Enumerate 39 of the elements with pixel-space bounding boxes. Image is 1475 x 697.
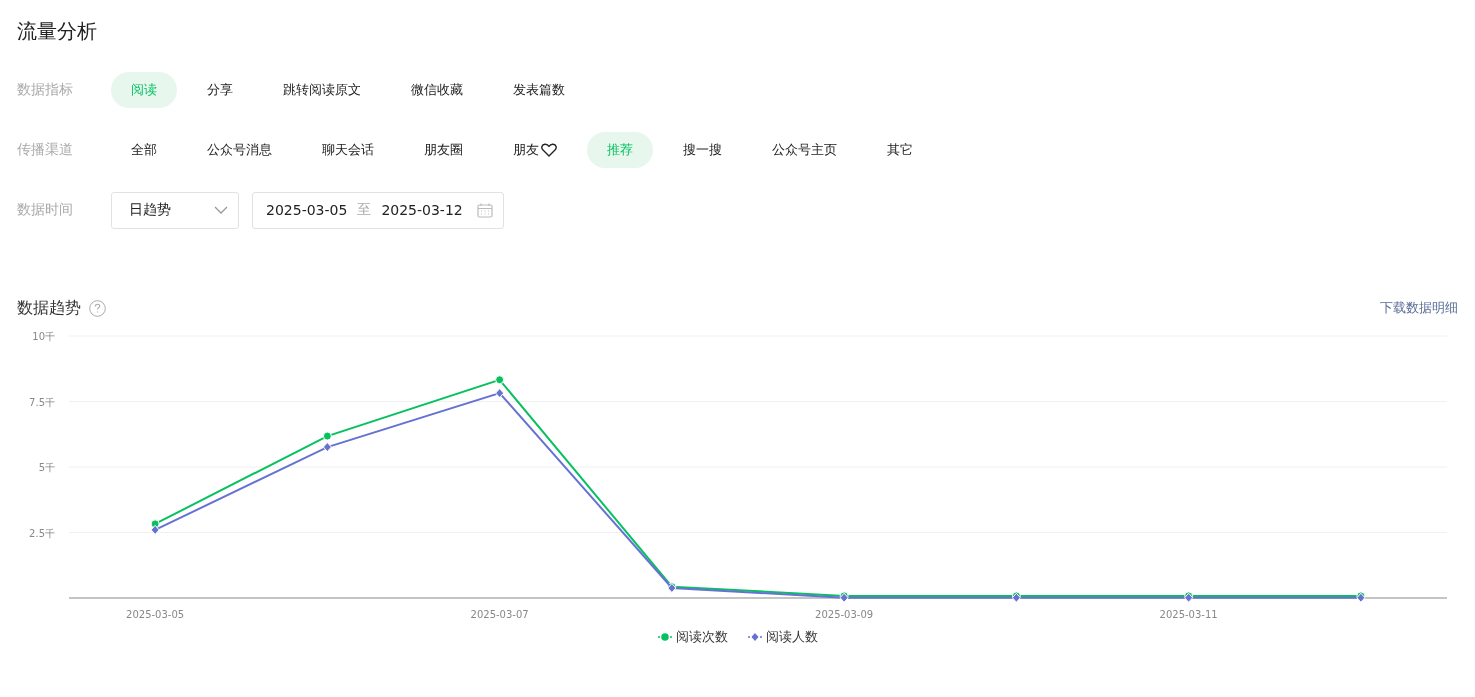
data-point (495, 375, 505, 385)
help-icon[interactable] (89, 299, 106, 317)
y-axis-label: 2.5千 (29, 527, 55, 539)
data-point (150, 524, 160, 535)
date-range-picker[interactable]: 2025-03-05 至 2025-03-12 (252, 191, 504, 229)
y-axis-label: 10千 (32, 331, 55, 342)
data-point (322, 431, 332, 441)
filter-option[interactable]: 朋友圈 (404, 132, 483, 168)
data-point (322, 442, 332, 453)
x-axis-label: 2025-03-11 (1159, 609, 1218, 620)
filter-option[interactable]: 其它 (867, 132, 933, 168)
heart-icon (541, 143, 557, 157)
chevron-down-icon (214, 206, 228, 214)
filter-option[interactable]: 公众号主页 (752, 132, 857, 168)
filter-option[interactable]: 公众号消息 (187, 132, 292, 168)
legend-label: 阅读人数 (765, 628, 818, 646)
filter-option[interactable]: 朋友 (493, 132, 577, 168)
filter-option[interactable]: 分享 (187, 72, 253, 108)
y-axis-label: 7.5千 (29, 396, 55, 408)
filter-option[interactable]: 聊天会话 (302, 132, 394, 168)
page-title: 流量分析 (17, 18, 98, 45)
y-axis-label: 5千 (38, 462, 55, 473)
section-title: 数据趋势 (17, 297, 81, 319)
filter-option[interactable]: 跳转阅读原文 (263, 72, 381, 108)
filter-option[interactable]: 全部 (111, 132, 177, 168)
filter-label: 数据时间 (17, 201, 74, 219)
filter-option[interactable]: 搜一搜 (663, 132, 742, 168)
filter-option[interactable]: 发表篇数 (493, 72, 585, 108)
legend-label: 阅读次数 (675, 628, 728, 646)
data-point (495, 388, 505, 399)
filter-label: 传播渠道 (17, 141, 74, 159)
download-link[interactable]: 下载数据明细 (1380, 299, 1458, 317)
x-axis-label: 2025-03-09 (815, 609, 874, 620)
x-axis-label: 2025-03-05 (126, 609, 185, 620)
filter-option[interactable]: 微信收藏 (391, 72, 483, 108)
granularity-dropdown[interactable]: 日趋势 (111, 191, 239, 229)
calendar-icon (476, 202, 493, 218)
x-axis-label: 2025-03-07 (470, 609, 529, 620)
filter-label: 数据指标 (17, 81, 74, 99)
